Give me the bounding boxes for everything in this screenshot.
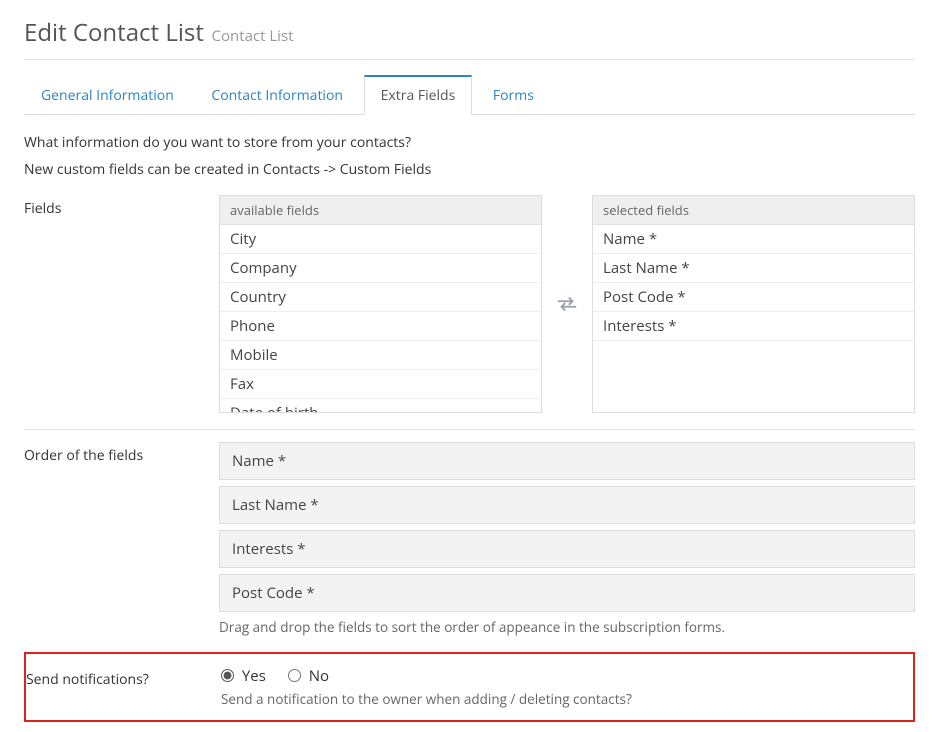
tab-general-information[interactable]: General Information — [24, 76, 191, 114]
list-item[interactable]: Name * — [593, 225, 914, 254]
list-item[interactable]: Date of birth — [220, 399, 541, 412]
tab-extra-fields[interactable]: Extra Fields — [364, 75, 473, 115]
notify-no-radio[interactable] — [288, 669, 301, 682]
available-fields-list[interactable]: City Company Country Phone Mobile Fax Da… — [220, 225, 541, 412]
notify-yes-label: Yes — [242, 666, 266, 686]
divider — [24, 429, 915, 430]
list-item[interactable]: Interests * — [593, 312, 914, 341]
selected-fields-header: selected fields — [593, 196, 914, 225]
custom-fields-hint: New custom fields can be created in Cont… — [24, 160, 915, 179]
notify-section: Send notifications? Yes No Send a notifi… — [24, 652, 915, 722]
selected-fields-list[interactable]: Name * Last Name * Post Code * Interests… — [593, 225, 914, 412]
notify-yes-option[interactable]: Yes — [221, 666, 270, 686]
swap-arrows-icon[interactable] — [556, 195, 578, 413]
nav-tabs: General Information Contact Information … — [24, 74, 915, 115]
list-item[interactable]: Company — [220, 254, 541, 283]
selected-fields-box: selected fields Name * Last Name * Post … — [592, 195, 915, 413]
notify-no-option[interactable]: No — [288, 666, 329, 686]
order-hint: Drag and drop the fields to sort the ord… — [219, 618, 915, 636]
list-item[interactable]: Mobile — [220, 341, 541, 370]
list-item[interactable]: Fax — [220, 370, 541, 399]
order-item[interactable]: Interests * — [219, 530, 915, 568]
list-item[interactable]: Phone — [220, 312, 541, 341]
notify-yes-radio[interactable] — [221, 669, 234, 682]
list-item[interactable]: City — [220, 225, 541, 254]
order-item[interactable]: Last Name * — [219, 486, 915, 524]
page-subtitle: Contact List — [212, 26, 294, 46]
order-item[interactable]: Post Code * — [219, 574, 915, 612]
notify-hint: Send a notification to the owner when ad… — [221, 690, 913, 708]
intro-text: What information do you want to store fr… — [24, 133, 915, 152]
order-item[interactable]: Name * — [219, 442, 915, 480]
notify-no-label: No — [309, 666, 329, 686]
page-title: Edit Contact List — [24, 16, 204, 49]
list-item[interactable]: Country — [220, 283, 541, 312]
available-fields-box: available fields City Company Country Ph… — [219, 195, 542, 413]
tab-contact-information[interactable]: Contact Information — [194, 76, 360, 114]
order-list: Name * Last Name * Interests * Post Code… — [219, 442, 915, 612]
notify-label: Send notifications? — [26, 666, 221, 689]
available-fields-header: available fields — [220, 196, 541, 225]
page-header: Edit Contact List Contact List — [24, 10, 915, 60]
list-item[interactable]: Last Name * — [593, 254, 914, 283]
fields-label: Fields — [24, 195, 219, 218]
list-item[interactable]: Post Code * — [593, 283, 914, 312]
order-label: Order of the fields — [24, 442, 219, 465]
tab-forms[interactable]: Forms — [476, 76, 551, 114]
